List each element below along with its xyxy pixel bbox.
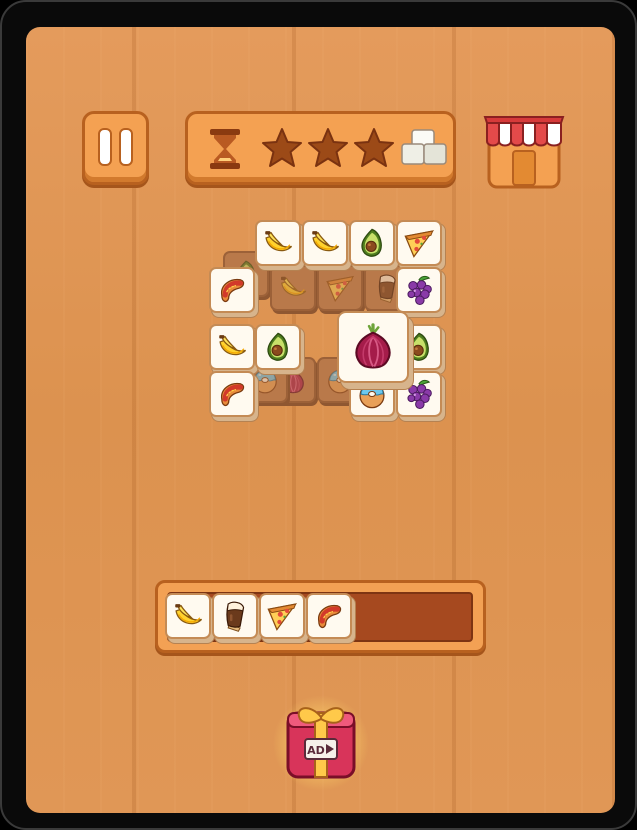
pause-icon <box>98 128 112 166</box>
pause-icon <box>119 128 133 166</box>
board-tile-banana[interactable] <box>209 324 255 370</box>
board-tile-pizza[interactable] <box>396 220 442 266</box>
ad-label: AD <box>307 744 325 757</box>
board-tile-banana[interactable] <box>255 220 301 266</box>
board-tile-sausage[interactable] <box>209 267 255 313</box>
tray-tile-pizza <box>259 593 305 639</box>
shop-button[interactable] <box>481 107 567 191</box>
tray-tile-sausage <box>306 593 352 639</box>
board-tile-covered <box>317 265 363 311</box>
ad-reward-gift-button[interactable]: AD <box>272 693 370 793</box>
game-screen: AD <box>26 27 615 813</box>
board-tile-avocado[interactable] <box>255 324 301 370</box>
board-tile-covered <box>270 265 316 311</box>
star-icon <box>354 128 394 167</box>
boosters-bar <box>185 111 456 185</box>
pause-button[interactable] <box>82 111 149 185</box>
tray-tile-popsicle <box>212 593 258 639</box>
star-icon <box>308 128 348 167</box>
board-tile-grapes[interactable] <box>396 267 442 313</box>
device-frame: AD <box>0 0 637 830</box>
sugar-cubes-icon[interactable] <box>400 128 448 168</box>
star-icon <box>262 128 302 167</box>
board-tile-sausage[interactable] <box>209 371 255 417</box>
board-tile-banana[interactable] <box>302 220 348 266</box>
tray-tile-banana <box>165 593 211 639</box>
hourglass-icon[interactable] <box>208 128 242 170</box>
board-tile-avocado[interactable] <box>349 220 395 266</box>
board-tile-onion-selected[interactable] <box>337 311 409 383</box>
